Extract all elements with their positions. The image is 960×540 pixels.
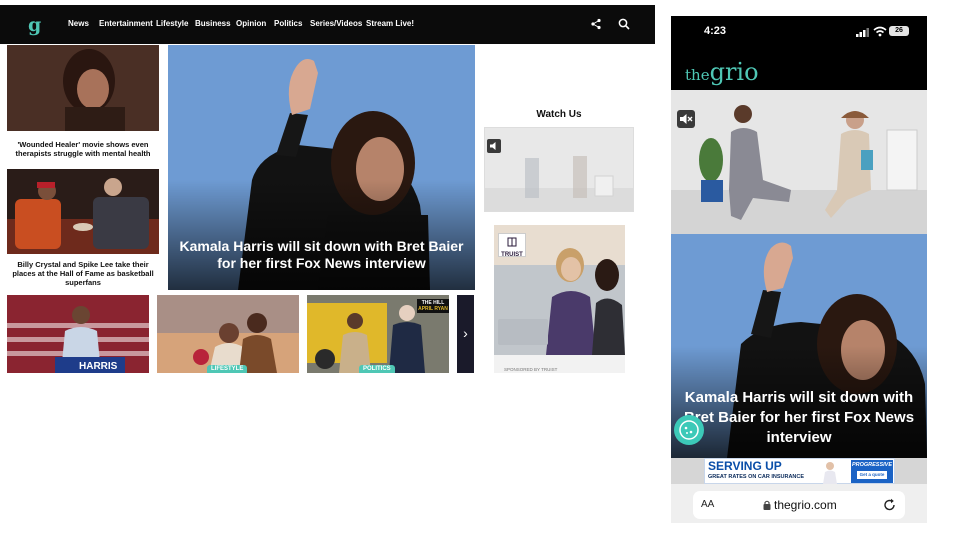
desktop-screenshot: g News Entertainment Lifestyle Business … — [0, 5, 655, 373]
share-icon[interactable] — [589, 17, 603, 31]
site-logo[interactable]: g — [28, 14, 41, 36]
ad-person-image — [823, 462, 837, 484]
truist-logo: TRUIST — [498, 233, 526, 258]
nav-series-videos[interactable]: Series/Videos — [310, 19, 362, 28]
status-time: 4:23 — [704, 25, 727, 37]
hero-story[interactable]: Kamala Harris will sit down with Bret Ba… — [168, 45, 475, 290]
politics-tag[interactable]: POLITICS — [359, 365, 395, 373]
battery-icon: 26 — [889, 26, 909, 36]
woman-portrait-image — [7, 45, 159, 131]
top-navbar: g News Entertainment Lifestyle Business … — [0, 5, 655, 44]
status-bar: 4:23 26 — [671, 16, 927, 56]
studio-video-frame — [485, 128, 633, 211]
lock-icon — [763, 500, 771, 510]
progressive-brand: PROGRESSIVE — [851, 462, 893, 468]
ad-banner-strip: SERVING UP GREAT RATES ON CAR INSURANCE … — [671, 458, 927, 484]
text-size-button[interactable]: AA — [701, 499, 714, 510]
ad-headline: SERVING UP — [708, 459, 782, 473]
video-player[interactable] — [484, 127, 634, 212]
story-caption-billy-crystal[interactable]: Billy Crystal and Spike Lee take their p… — [10, 260, 156, 287]
cookie-settings-icon[interactable] — [673, 414, 705, 446]
nav-stream-live[interactable]: Stream Live! — [366, 19, 414, 28]
get-quote-button[interactable]: Get a quote — [857, 471, 887, 479]
nav-entertainment[interactable]: Entertainment — [99, 19, 153, 28]
address-field[interactable]: AA thegrio.com — [693, 491, 905, 519]
wifi-icon — [873, 26, 887, 37]
progressive-ad-banner[interactable]: SERVING UP GREAT RATES ON CAR INSURANCE … — [704, 458, 895, 484]
phone-video-player[interactable] — [671, 90, 927, 234]
studio-interview-image — [671, 90, 927, 234]
harris-sign-text: HARRIS — [79, 361, 118, 372]
story-caption-wounded-healer[interactable]: 'Wounded Healer' movie shows even therap… — [10, 140, 156, 158]
carousel-item-politics[interactable]: THE HILL APRIL RYAN POLITICS — [307, 295, 449, 373]
phone-hero-headline[interactable]: Kamala Harris will sit down with Bret Ba… — [677, 388, 921, 448]
ad-sponsor-label: SPONSORED BY TRUIST — [504, 367, 558, 372]
story-thumbnail-wounded-healer[interactable] — [7, 45, 159, 131]
phone-screenshot: 4:23 26 thegrio Kamala Harris will sit d… — [671, 16, 927, 523]
nav-opinion[interactable]: Opinion — [236, 19, 266, 28]
url-text: thegrio.com — [774, 498, 837, 512]
hero-headline[interactable]: Kamala Harris will sit down with Bret Ba… — [176, 238, 467, 272]
search-icon[interactable] — [617, 17, 631, 31]
mute-icon[interactable] — [487, 139, 501, 153]
progressive-logo-box: PROGRESSIVE Get a quote — [851, 460, 893, 483]
watch-us-heading: Watch Us — [536, 109, 582, 120]
phone-mute-icon[interactable] — [677, 110, 695, 128]
thegrio-logo[interactable]: thegrio — [685, 58, 759, 86]
lifestyle-tag[interactable]: LIFESTYLE — [207, 365, 248, 373]
truist-ad[interactable]: TRUIST SPONSORED BY TRUIST — [494, 225, 625, 373]
browser-url-bar: AA thegrio.com — [671, 484, 927, 523]
carousel-next-button[interactable]: › — [457, 295, 474, 373]
phone-header: thegrio — [671, 56, 927, 112]
ad-subline: GREAT RATES ON CAR INSURANCE — [708, 474, 805, 480]
truist-mark-icon — [507, 237, 517, 247]
carousel-item-obama[interactable]: HARRIS — [7, 295, 149, 373]
story-thumbnail-billy-crystal[interactable] — [7, 169, 159, 254]
the-hill-badge: THE HILL APRIL RYAN — [417, 299, 449, 313]
two-men-image — [7, 169, 159, 254]
couple-image — [157, 295, 299, 373]
carousel-item-couple[interactable]: LIFESTYLE — [157, 295, 299, 373]
obama-speaking-image — [7, 295, 149, 373]
nav-business[interactable]: Business — [195, 19, 231, 28]
reload-icon[interactable] — [883, 498, 897, 512]
nav-news[interactable]: News — [68, 19, 89, 28]
nav-politics[interactable]: Politics — [274, 19, 302, 28]
cellular-signal-icon — [856, 28, 869, 37]
nav-lifestyle[interactable]: Lifestyle — [156, 19, 188, 28]
